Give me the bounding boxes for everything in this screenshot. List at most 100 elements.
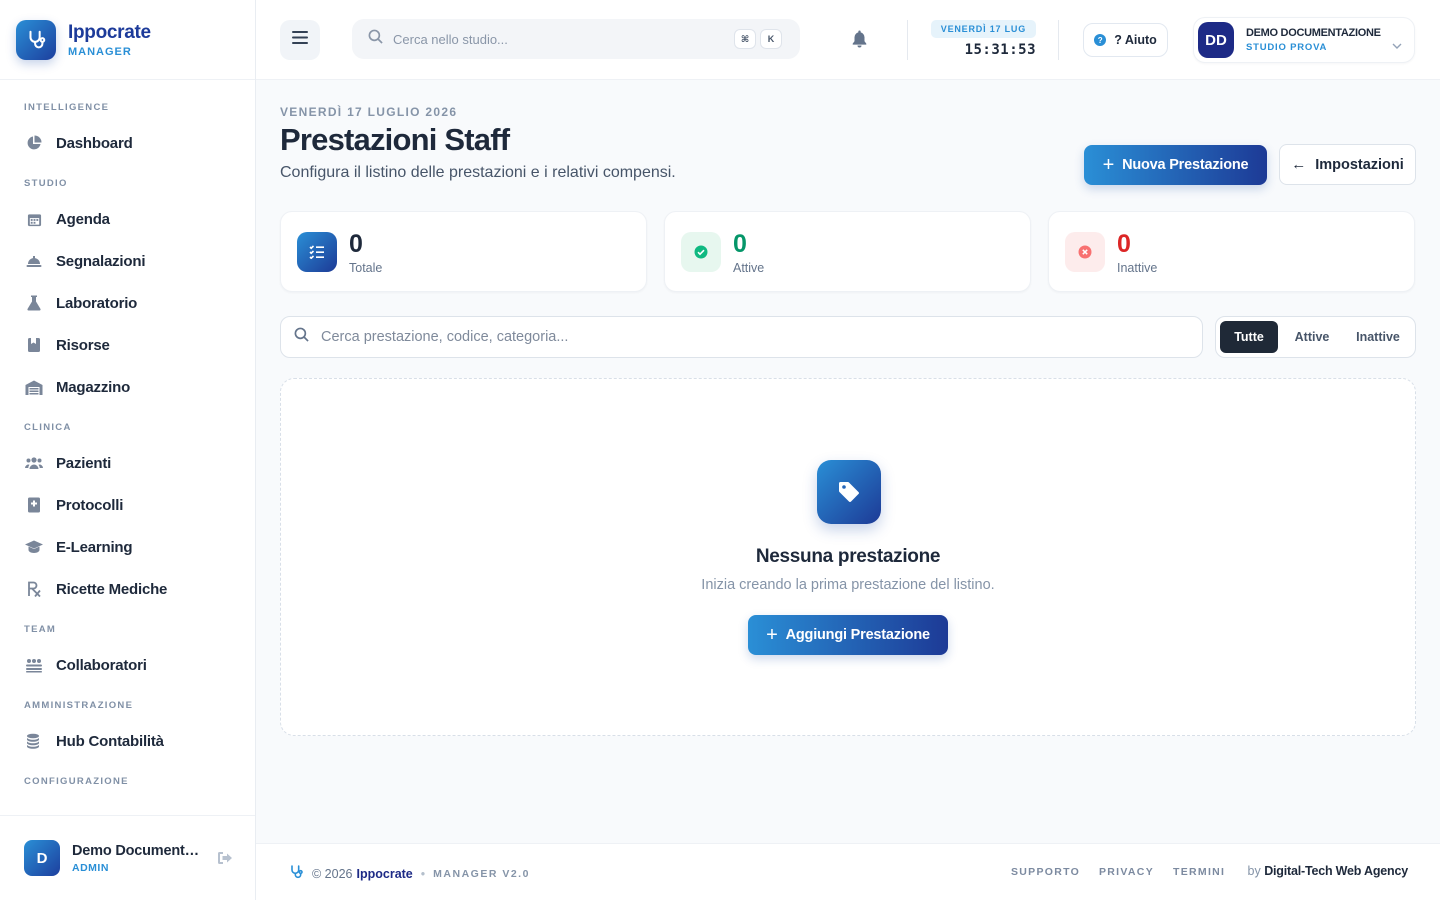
bell-concierge-icon [24, 251, 44, 271]
top-header: ⌘ K VENERDÌ 17 LUG 15:31:53 ? ? Aiuto DD… [256, 0, 1440, 80]
nav-section-configurazione: CONFIGURAZIONE [24, 776, 129, 787]
calendar-icon [24, 209, 44, 229]
sidebar-item-label: Collaboratori [56, 656, 147, 674]
add-prestazione-button[interactable]: + Aggiungi Prestazione [748, 615, 948, 655]
brand-name: Ippocrate [68, 21, 151, 43]
sidebar-item-label: Agenda [56, 210, 110, 228]
prestazioni-search-input[interactable] [321, 329, 1141, 345]
list-check-icon [297, 232, 337, 272]
brand-subtitle: MANAGER [68, 45, 132, 58]
footer-link-termini[interactable]: TERMINI [1173, 866, 1225, 878]
header-divider [907, 20, 908, 60]
sidebar-item-agenda[interactable]: Agenda [0, 198, 255, 240]
coins-icon [24, 731, 44, 751]
nav-section-studio: STUDIO [24, 178, 68, 189]
page-title: Prestazioni Staff [280, 122, 510, 157]
sidebar-item-label: Protocolli [56, 496, 124, 514]
new-prestazione-button[interactable]: + Nuova Prestazione [1084, 145, 1267, 185]
stat-card-total: 0 Totale [280, 211, 647, 292]
sidebar-item-segnalazioni[interactable]: Segnalazioni [0, 240, 255, 282]
stat-value: 0 [733, 230, 747, 258]
people-group-icon [24, 655, 44, 675]
plus-icon: + [1102, 154, 1115, 176]
main-content: VENERDÌ 17 LUGLIO 2026 Prestazioni Staff… [256, 80, 1440, 843]
user-name: Demo Documentazione [72, 842, 204, 859]
sidebar-item-pazienti[interactable]: Pazienti [0, 442, 255, 484]
prescription-icon [24, 579, 44, 599]
global-search-input[interactable] [393, 31, 713, 47]
sidebar-item-laboratorio[interactable]: Laboratorio [0, 282, 255, 324]
sidebar-item-dashboard[interactable]: Dashboard [0, 122, 255, 164]
clock: 15:31:53 [964, 42, 1036, 58]
empty-state-subtitle: Inizia creando la prima prestazione del … [701, 577, 995, 593]
page-subtitle: Configura il listino delle prestazioni e… [280, 164, 676, 181]
sidebar-item-magazzino[interactable]: Magazzino [0, 366, 255, 408]
footer-copyright: © 2026 Ippocrate • MANAGER V2.0 [288, 864, 530, 883]
book-medical-icon [24, 495, 44, 515]
brand[interactable]: Ippocrate MANAGER [0, 0, 255, 80]
nav-section-team: TEAM [24, 624, 57, 635]
profile-studio: STUDIO PROVA [1246, 42, 1328, 53]
status-filter: Tutte Attive Inattive [1215, 316, 1416, 358]
stethoscope-icon [16, 19, 56, 60]
help-icon: ? [1094, 34, 1107, 46]
user-role: ADMIN [72, 861, 109, 874]
settings-label: Impostazioni [1315, 156, 1404, 173]
sidebar-item-collaboratori[interactable]: Collaboratori [0, 644, 255, 686]
logout-icon[interactable] [217, 851, 233, 870]
nav-section-clinica: CLINICA [24, 422, 72, 433]
global-search[interactable]: ⌘ K [352, 19, 800, 59]
stat-label: Totale [349, 261, 383, 275]
sidebar-item-hub-contabilita[interactable]: Hub Contabilità [0, 720, 255, 762]
chevron-down-icon [1392, 36, 1402, 54]
graduation-cap-icon [24, 537, 44, 557]
page-date: VENERDÌ 17 LUGLIO 2026 [280, 105, 458, 119]
search-icon [368, 29, 383, 49]
footer-credits: by Digital-Tech Web Agency [1248, 864, 1409, 878]
footer: © 2026 Ippocrate • MANAGER V2.0 SUPPORTO… [256, 843, 1440, 900]
prestazioni-search[interactable] [280, 316, 1203, 358]
stat-card-inactive: 0 Inattive [1048, 211, 1415, 292]
sidebar-item-label: Ricette Mediche [56, 580, 168, 598]
notifications-bell-icon[interactable] [852, 30, 867, 53]
filter-tab-tutte[interactable]: Tutte [1220, 321, 1278, 353]
help-button[interactable]: ? ? Aiuto [1083, 23, 1168, 57]
stat-label: Inattive [1117, 261, 1158, 275]
footer-by: by [1247, 864, 1261, 878]
footer-link-privacy[interactable]: PRIVACY [1099, 866, 1154, 878]
settings-button[interactable]: ← Impostazioni [1279, 144, 1416, 185]
shortcut-key-cmd: ⌘ [734, 29, 756, 49]
footer-agency[interactable]: Digital-Tech Web Agency [1264, 864, 1408, 878]
filter-tab-inattive[interactable]: Inattive [1344, 321, 1412, 353]
avatar: DD [1198, 22, 1234, 58]
sidebar-item-protocolli[interactable]: Protocolli [0, 484, 255, 526]
sidebar-item-label: E-Learning [56, 538, 133, 556]
filter-tab-attive[interactable]: Attive [1282, 321, 1342, 353]
sidebar-user[interactable]: D Demo Documentazione ADMIN [0, 815, 255, 900]
footer-link-supporto[interactable]: SUPPORTO [1011, 866, 1080, 878]
sidebar-item-label: Dashboard [56, 134, 133, 152]
check-circle-icon [681, 232, 721, 272]
profile-menu[interactable]: DD DEMO DOCUMENTAZIONE STUDIO PROVA [1193, 17, 1415, 63]
stethoscope-icon [288, 864, 304, 883]
arrow-left-icon: ← [1291, 156, 1307, 173]
tag-icon [817, 460, 881, 524]
footer-brand: Ippocrate [356, 866, 413, 881]
hamburger-icon [292, 31, 308, 49]
sidebar-item-e-learning[interactable]: E-Learning [0, 526, 255, 568]
users-icon [24, 453, 44, 473]
empty-state: Nessuna prestazione Inizia creando la pr… [280, 378, 1416, 736]
sidebar-item-ricette-mediche[interactable]: Ricette Mediche [0, 568, 255, 610]
menu-toggle-button[interactable] [280, 20, 320, 60]
add-prestazione-label: Aggiungi Prestazione [785, 627, 930, 643]
shortcut-key-k: K [760, 29, 782, 49]
sidebar-item-label: Magazzino [56, 378, 131, 396]
bookmark-icon [24, 335, 44, 355]
sidebar-item-risorse[interactable]: Risorse [0, 324, 255, 366]
sidebar-nav: INTELLIGENCE Dashboard STUDIO Agenda Seg… [0, 80, 255, 790]
sidebar-item-label: Hub Contabilità [56, 732, 164, 750]
chart-pie-icon [24, 133, 44, 153]
stat-label: Attive [733, 261, 765, 275]
copyright-text: © 2026 [312, 866, 353, 881]
date-chip: VENERDÌ 17 LUG [930, 20, 1036, 38]
